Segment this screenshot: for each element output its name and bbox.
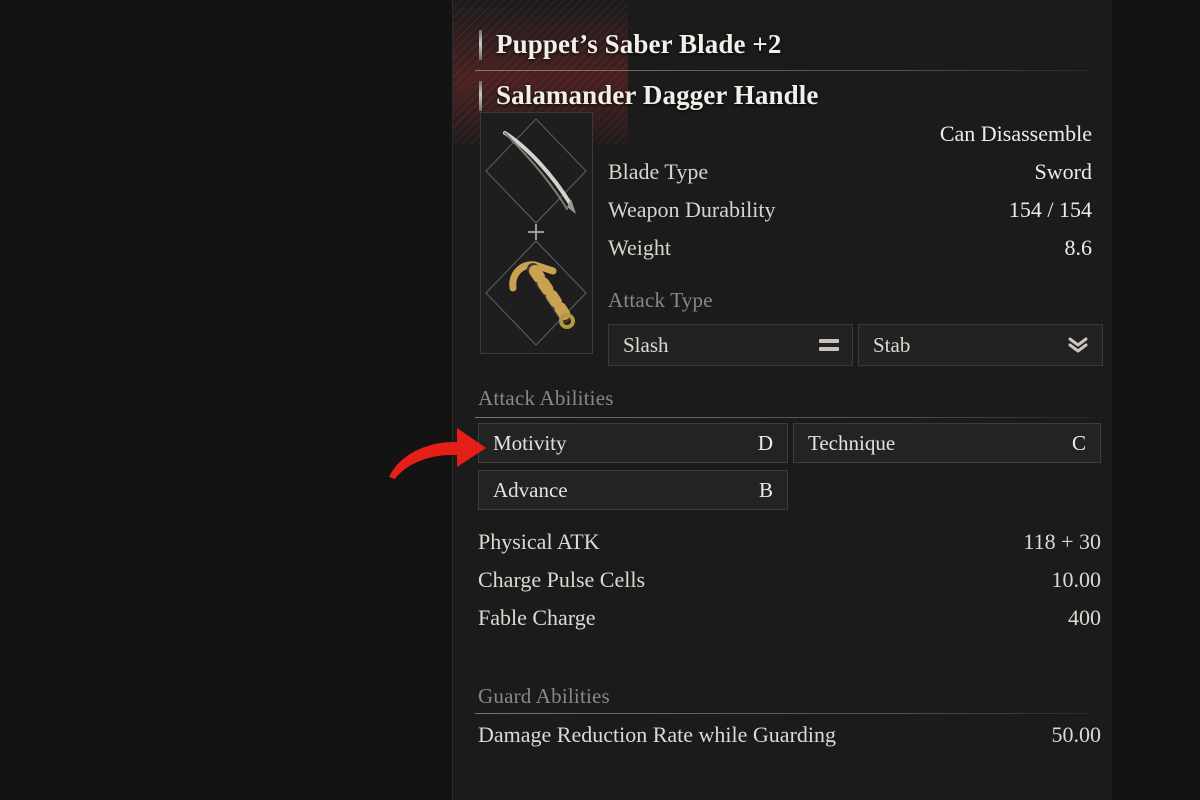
weapon-handle-title-text: Salamander Dagger Handle xyxy=(496,80,819,110)
attack-type-stab-label: Stab xyxy=(873,332,911,357)
guard-abilities-divider xyxy=(475,713,1091,714)
attack-abilities-divider xyxy=(475,417,1091,418)
dagger-handle-icon xyxy=(509,261,575,329)
equals-icon xyxy=(819,339,839,351)
ability-advance-label: Advance xyxy=(493,477,568,502)
stat-row-weight: Weight 8.6 xyxy=(608,235,1092,261)
weapon-blade-title-text: Puppet’s Saber Blade +2 xyxy=(496,29,782,59)
attack-abilities-label: Attack Abilities xyxy=(478,386,614,410)
title-accent-bar xyxy=(479,29,482,60)
attack-type-option-stab[interactable]: Stab xyxy=(858,324,1103,366)
ability-technique-label: Technique xyxy=(808,430,896,455)
disassemble-status-value: Can Disassemble xyxy=(939,121,1092,146)
ability-motivity-label: Motivity xyxy=(493,430,567,455)
stat-value: 118 + 30 xyxy=(1023,529,1101,554)
stat-row-fable-charge: Fable Charge 400 xyxy=(478,605,1101,631)
stat-label: Damage Reduction Rate while Guarding xyxy=(478,722,837,747)
attack-type-option-slash[interactable]: Slash xyxy=(608,324,853,366)
weapon-handle-title: Salamander Dagger Handle xyxy=(479,80,818,111)
stat-label: Blade Type xyxy=(608,159,709,184)
stat-row-charge-pulse-cells: Charge Pulse Cells 10.00 xyxy=(478,567,1101,593)
ability-advance[interactable]: Advance B xyxy=(478,470,788,510)
weapon-parts-preview xyxy=(480,112,593,354)
ability-advance-grade: B xyxy=(758,477,773,502)
stat-value: 154 / 154 xyxy=(1008,197,1092,222)
stat-label: Fable Charge xyxy=(478,605,596,630)
double-chevron-down-icon xyxy=(1068,337,1088,353)
game-screen: Puppet’s Saber Blade +2 Salamander Dagge… xyxy=(0,0,1200,800)
title-accent-bar-2 xyxy=(479,80,482,111)
stat-label: Weight xyxy=(608,235,671,260)
ability-technique-grade: C xyxy=(1071,430,1086,455)
guard-abilities-label: Guard Abilities xyxy=(478,684,610,708)
attack-type-label: Attack Type xyxy=(608,288,713,312)
stat-row-weapon-durability: Weapon Durability 154 / 154 xyxy=(608,197,1092,223)
weapon-blade-title: Puppet’s Saber Blade +2 xyxy=(479,29,781,60)
stat-value: 50.00 xyxy=(1051,722,1102,747)
stat-label: Weapon Durability xyxy=(608,197,776,222)
weapon-detail-panel: Puppet’s Saber Blade +2 Salamander Dagge… xyxy=(452,0,1113,800)
title-divider xyxy=(475,70,1091,71)
stat-value: 400 xyxy=(1068,605,1101,630)
ability-technique[interactable]: Technique C xyxy=(793,423,1101,463)
attack-type-slash-label: Slash xyxy=(623,332,669,357)
handle-diamond-frame xyxy=(485,240,587,346)
red-curved-arrow-icon xyxy=(389,428,486,479)
ability-motivity[interactable]: Motivity D xyxy=(478,423,788,463)
stat-value: 10.00 xyxy=(1051,567,1102,592)
stat-label: Physical ATK xyxy=(478,529,600,554)
stat-row-blade-type: Blade Type Sword xyxy=(608,159,1092,185)
plus-icon xyxy=(528,224,544,240)
weapon-parts-svg xyxy=(485,118,587,346)
stat-value: Sword xyxy=(1034,159,1092,184)
stat-row-damage-reduction: Damage Reduction Rate while Guarding 50.… xyxy=(478,722,1101,748)
stat-value: 8.6 xyxy=(1064,235,1093,260)
stat-row-physical-atk: Physical ATK 118 + 30 xyxy=(478,529,1101,555)
disassemble-status-row: Can Disassemble xyxy=(608,121,1092,147)
stat-label: Charge Pulse Cells xyxy=(478,567,646,592)
ability-motivity-grade: D xyxy=(757,430,773,455)
